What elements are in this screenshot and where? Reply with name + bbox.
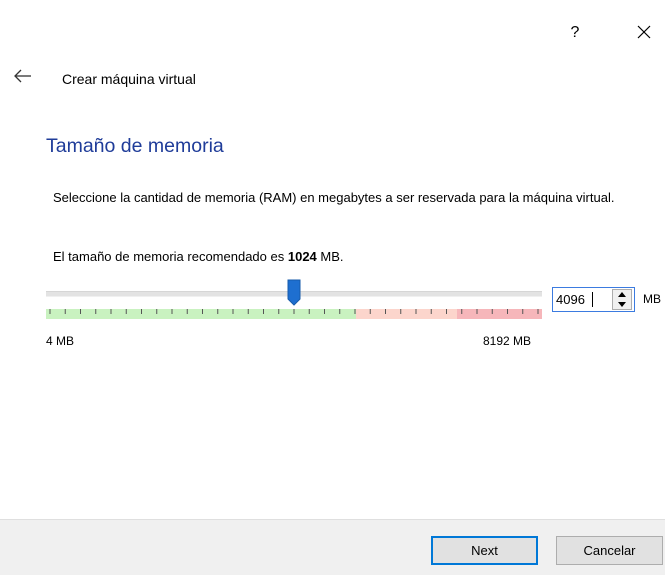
slider-min-label: 4 MB xyxy=(46,334,75,348)
back-button[interactable] xyxy=(12,67,34,85)
spinbox-unit-label: MB xyxy=(643,292,661,306)
memory-input[interactable] xyxy=(553,288,612,311)
recommended-memory-text: El tamaño de memoria recomendado es 1024… xyxy=(53,249,344,265)
page-title: Tamaño de memoria xyxy=(46,135,224,157)
help-button[interactable]: ? xyxy=(566,22,584,44)
caret-down-icon xyxy=(618,302,626,307)
recommended-prefix: El tamaño de memoria recomendado es xyxy=(53,249,288,264)
memory-slider[interactable] xyxy=(46,279,542,321)
page-description: Seleccione la cantidad de memoria (RAM) … xyxy=(53,190,615,205)
memory-spinbox[interactable] xyxy=(552,287,635,312)
close-icon xyxy=(637,25,651,39)
recommended-suffix: MB. xyxy=(316,249,344,264)
next-button[interactable]: Next xyxy=(431,536,538,565)
slider-ticks xyxy=(46,309,542,315)
arrow-left-icon xyxy=(14,69,31,83)
text-caret xyxy=(592,292,593,307)
slider-max-label: 8192 MB xyxy=(483,334,532,348)
wizard-title: Crear máquina virtual xyxy=(62,71,196,87)
caret-up-icon xyxy=(618,292,626,297)
spin-up-button[interactable] xyxy=(613,290,631,299)
close-button[interactable] xyxy=(633,21,655,43)
spin-down-button[interactable] xyxy=(613,300,631,309)
spin-buttons xyxy=(612,289,632,310)
cancel-button[interactable]: Cancelar xyxy=(556,536,663,565)
recommended-value: 1024 xyxy=(287,249,317,264)
slider-thumb[interactable] xyxy=(287,279,301,306)
wizard-footer: Next Cancelar xyxy=(0,519,665,575)
wizard-window: ? Crear máquina virtual Tamaño de memori… xyxy=(0,0,665,575)
